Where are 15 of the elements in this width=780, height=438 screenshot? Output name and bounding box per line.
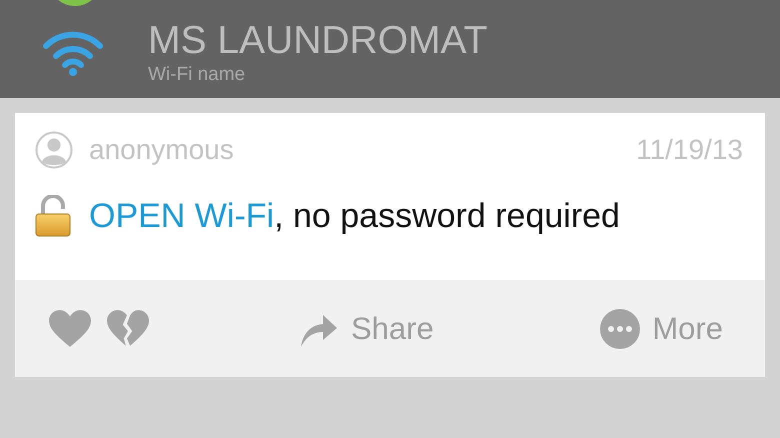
network-caption: Wi-Fi name: [148, 63, 246, 87]
author-name: anonymous: [89, 134, 235, 166]
post-message: OPEN Wi-Fi, no password required: [89, 196, 620, 236]
heart-icon: [49, 310, 91, 348]
dislike-button[interactable]: [107, 310, 149, 348]
avatar-icon: [35, 131, 73, 169]
post-date: 11/19/13: [636, 134, 743, 166]
network-name: MS LAUNDROMAT: [148, 19, 488, 63]
broken-heart-icon: [107, 310, 149, 348]
more-button[interactable]: More: [600, 308, 723, 348]
open-lock-icon: [35, 195, 73, 237]
wifi-icon: [42, 30, 104, 76]
more-icon: [600, 308, 640, 348]
share-button[interactable]: Share: [299, 308, 434, 348]
like-button[interactable]: [49, 310, 91, 348]
